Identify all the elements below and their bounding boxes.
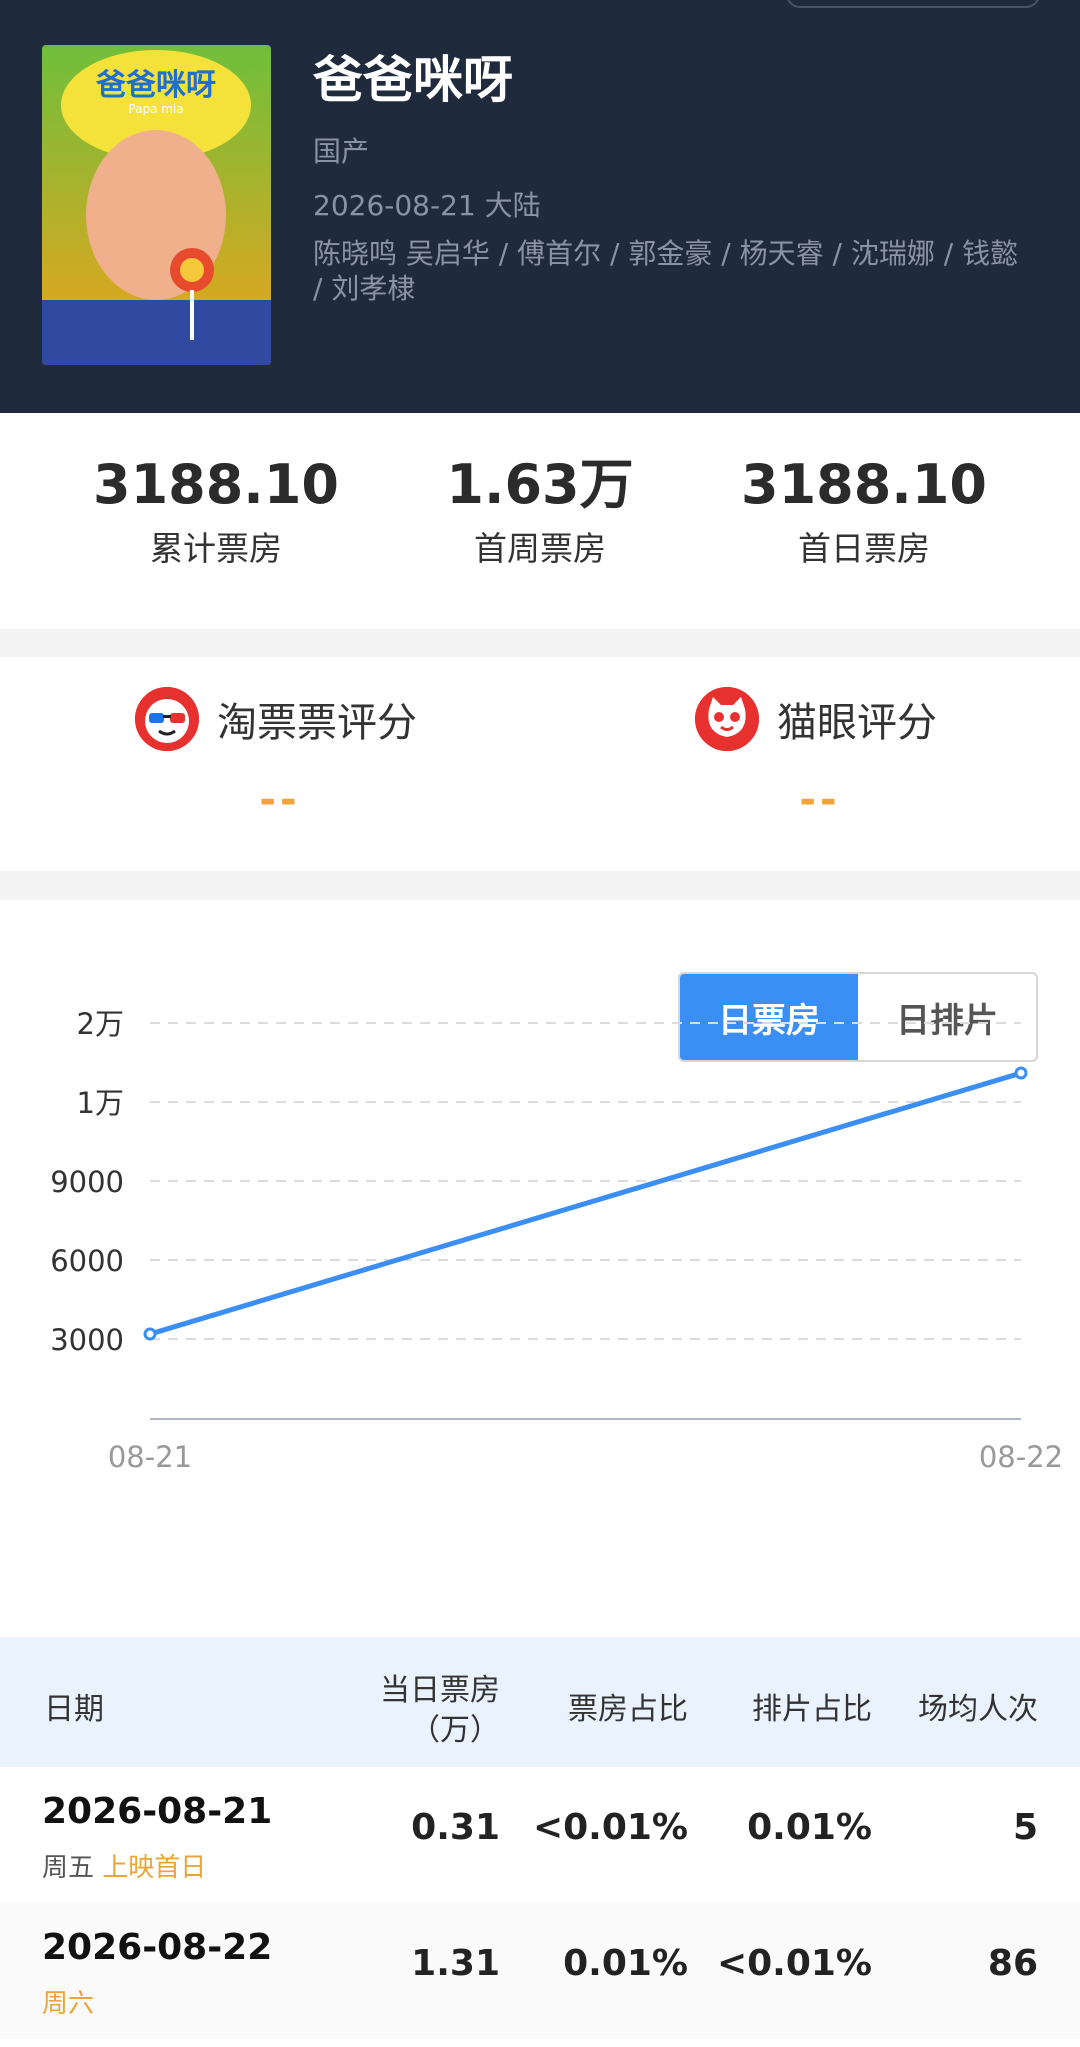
y-tick-label: 6000 [50, 1244, 124, 1278]
y-tick-label: 9000 [50, 1165, 124, 1199]
rating-label: 猫眼评分 [777, 700, 937, 746]
row-sub: 周六 [42, 1983, 94, 2020]
y-tick-label: 2万 [77, 1007, 124, 1041]
row-date: 2026-08-21 [42, 1791, 273, 1832]
stat-label: 首周票房 [474, 528, 606, 568]
stat-label: 首日票房 [798, 528, 930, 568]
table-row[interactable]: 2026-08-22 周六 1.31 0.01% <0.01% 86 [0, 1903, 1080, 2039]
release-date: 2026-08-21 大陆 [313, 189, 541, 222]
row-tag: 上映首日 [102, 1853, 207, 1883]
stat-first-week: 1.63万 首周票房 [390, 453, 690, 570]
table-header: 日期 当日票房 （万） 票房占比 排片占比 场均人次 [0, 1637, 1080, 1767]
row-screen-share: 0.01% [747, 1807, 872, 1848]
stat-first-day: 3188.10 首日票房 [714, 453, 1014, 570]
taopiaopiao-rating[interactable]: 淘票票评分 [135, 687, 417, 751]
daily-data-table: 日期 当日票房 （万） 票房占比 排片占比 场均人次 2026-08-21 周五… [0, 1637, 1080, 2047]
x-tick-label: 08-22 [979, 1440, 1063, 1474]
row-sub: 周五 上映首日 [42, 1847, 206, 1884]
data-point [143, 1327, 157, 1341]
y-tick-label: 3000 [50, 1323, 124, 1357]
poster-subtitle-text: Papa mia [128, 102, 183, 116]
row-weekday: 周六 [42, 1989, 95, 2019]
row-weekday: 周五 [42, 1853, 95, 1883]
series-line [149, 1070, 1022, 1337]
maoyan-score: -- [799, 777, 841, 823]
header-screen-share: 排片占比 [752, 1692, 872, 1727]
header-date: 日期 [44, 1692, 104, 1727]
stat-value: 3188.10 [93, 453, 339, 516]
stat-label: 累计票房 [150, 528, 282, 568]
taopiaopiao-score: -- [259, 777, 301, 823]
row-box-office: 0.31 [411, 1807, 500, 1848]
x-tick-label: 08-21 [108, 1440, 192, 1474]
maoyan-rating[interactable]: 猫眼评分 [695, 687, 937, 751]
ratings-section: 淘票票评分 -- 猫眼评分 -- [0, 657, 1080, 871]
box-office-line-chart: 3000 6000 9000 1万 2万 08-21 08-22 [50, 1007, 1063, 1474]
box-office-stats: 3188.10 累计票房 1.63万 首周票房 3188.10 首日票房 [0, 413, 1080, 629]
header-box-office: 当日票房 [380, 1673, 500, 1708]
taopiaopiao-icon [135, 687, 199, 751]
row-avg-attendance: 5 [1012, 1807, 1038, 1848]
maoyan-cat-icon [695, 687, 759, 751]
poster-title-text: 爸爸咪呀 [95, 68, 216, 103]
movie-poster[interactable]: 爸爸咪呀 Papa mia [42, 45, 271, 365]
movie-header: 爸爸咪呀 Papa mia 爸爸咪呀 国产 2026-08-21 大陆 陈晓鸣 … [0, 0, 1080, 413]
stat-total: 3188.10 累计票房 [66, 453, 366, 570]
cast-list: 陈晓鸣 吴启华 / 傅首尔 / 郭金豪 / 杨天睿 / 沈瑞娜 / 钱懿 / 刘… [313, 237, 1019, 305]
row-screen-share: <0.01% [716, 1943, 872, 1984]
chart-section: 日票房 日排片 3000 6000 9000 1万 2万 08-21 08-22 [0, 900, 1080, 1637]
row-box-share: <0.01% [532, 1807, 688, 1848]
movie-genre: 国产 [313, 135, 370, 168]
data-point [1014, 1066, 1028, 1080]
row-avg-attendance: 86 [987, 1943, 1038, 1984]
header-box-share: 票房占比 [568, 1692, 688, 1727]
stat-value: 1.63万 [446, 453, 634, 516]
header-pill[interactable] [786, 0, 1040, 8]
rating-label: 淘票票评分 [217, 700, 417, 746]
stat-value: 3188.10 [741, 453, 987, 516]
row-box-share: 0.01% [563, 1943, 688, 1984]
table-row[interactable]: 2026-08-21 周五 上映首日 0.31 <0.01% 0.01% 5 [0, 1767, 1080, 1903]
header-avg-attendance: 场均人次 [918, 1692, 1038, 1727]
movie-title: 爸爸咪呀 [313, 51, 513, 109]
y-tick-label: 1万 [77, 1086, 124, 1120]
row-box-office: 1.31 [411, 1943, 500, 1984]
row-date: 2026-08-22 [42, 1927, 273, 1968]
header-box-office-unit: （万） [410, 1713, 500, 1748]
